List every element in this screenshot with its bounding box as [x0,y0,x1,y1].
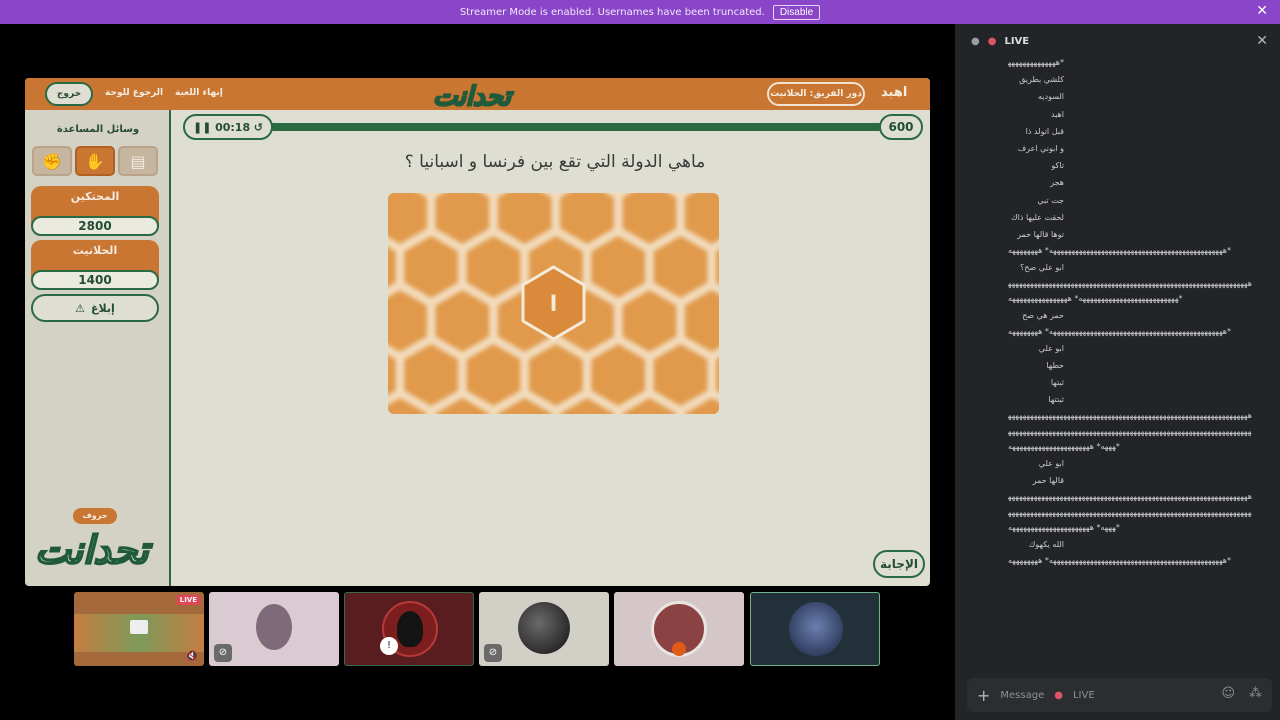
team-turn-badge: دور الفريق: الحلانيت [767,82,865,106]
chat-message: اهبد [1050,109,1064,119]
letters-badge: حروف [73,508,117,524]
player-name: اهبد [881,85,908,100]
chat-message: قبل اتولد ذا [1025,126,1064,136]
team-name: المحتكين [70,190,120,203]
question-text: ماهي الدولة التي تقع بين فرنسا و اسبانيا… [404,152,706,172]
game-topbar: خروج الرجوع للوحة إنهاء اللعبة تحدانت دو… [25,78,930,113]
answer-button[interactable]: الإجابة [873,550,925,578]
avatar [256,604,292,650]
book-aid-icon[interactable]: ▤ [118,146,158,176]
fist-aid-icon[interactable]: ✊ [32,146,72,176]
exit-button[interactable]: خروج [45,82,93,106]
timer-progress-bar [263,123,883,131]
input-placeholder: Message [1000,689,1045,701]
chat-message: لحقت عليها ذاك اليوم [1008,212,1064,222]
chat-message: الله يكهوك [1028,539,1064,549]
chat-message: هههههههههههههههههههههههههههههههههههههههه… [1008,556,1231,566]
chat-message: حمر هي صح [1022,310,1064,320]
chat-message: ابو علي [1038,343,1064,353]
chat-message: هههههههههههههههههههههههههههههههههههههههه… [1008,278,1252,304]
chat-message: هههههههههههههههههههههههههههههههههههههههه… [1008,411,1252,452]
stream-tile-3[interactable]: ! [344,592,474,666]
avatar [789,602,843,656]
chat-message: ابو علي [1038,458,1064,468]
chat-message: هجر [1050,178,1064,188]
stream-tile-2[interactable]: ⊘ [209,592,339,666]
timer-row: ❚❚ 00:18 ↺ 600 [183,114,923,140]
chat-message: *ههههههههههههههه [1008,58,1064,67]
stream-tile-6[interactable] [750,592,880,666]
center-letter: ا [550,292,558,317]
reset-timer-icon[interactable]: ↺ [254,121,263,134]
stream-tile-5[interactable] [614,592,744,666]
input-live-label: LIVE [1072,689,1095,701]
chat-message: السوديه [1037,92,1064,102]
chat-message: و ابوني اعرف [1017,144,1064,154]
add-icon[interactable]: + [977,686,990,705]
end-game-link[interactable]: إنهاء اللعبة [175,88,223,98]
close-chat-icon[interactable]: ✕ [1256,33,1268,49]
game-logo: تحدانت [432,81,513,113]
live-badge: LIVE [176,595,200,605]
apps-icon[interactable]: ⁂ [1249,686,1262,701]
team-card-2: الحلانيت 1400 [31,240,159,290]
live-dot-icon: ● [987,35,997,47]
chat-message: هههههههههههههههههههههههههههههههههههههههه… [1008,246,1231,256]
stream-tile-1[interactable]: LIVE 🔇 [74,592,204,666]
stream-stage: خروج الرجوع للوحة إنهاء اللعبة تحدانت دو… [0,24,955,720]
chat-message: ابو علي صح؟ [1020,262,1064,272]
streamer-mode-banner: Streamer Mode is enabled. Usernames have… [0,0,1280,24]
hex-grid: ا [388,193,719,414]
hand-aid-icon[interactable]: ✋ [75,146,115,176]
question-points: 600 [879,114,923,140]
muted-speaker-icon[interactable]: 🔇 [186,651,198,662]
stream-tile-4[interactable]: ⊘ [479,592,609,666]
team-card-1: المحتكين 2800 [31,186,159,236]
warning-icon: ⚠ [75,301,86,315]
status-icon [672,642,686,656]
muted-mic-icon: ⊘ [214,644,232,662]
avatar [518,602,570,654]
hex-board: ا [388,193,719,414]
report-label: إبلاغ [91,301,115,315]
team-score: 1400 [31,270,159,290]
emoji-icon[interactable]: ☺ [1221,686,1235,701]
aids-title: وسائل المساعدة [56,124,140,135]
banner-text: Streamer Mode is enabled. Usernames have… [459,6,765,18]
chat-title: LIVE [1004,35,1030,47]
chat-message: تاكو [1051,161,1064,171]
alert-icon: ! [380,637,398,655]
chat-message: هههههههههههههههههههههههههههههههههههههههه… [1008,327,1231,337]
team-name: الحلانيت [72,244,118,257]
avatar-silhouette [397,611,423,647]
chat-message: قالها حمر [1032,476,1064,486]
timer-pill: ❚❚ 00:18 ↺ [183,114,273,140]
timer-value: 00:18 [215,120,251,134]
chat-bubble-icon: ● [971,35,980,47]
pause-icon[interactable]: ❚❚ [193,121,211,134]
disable-button[interactable]: Disable [772,4,821,20]
game-sidebar: وسائل المساعدة ✊ ✋ ▤ المحتكين 2800 الحلا… [25,110,171,586]
chat-messages: *ههههههههههههههه كلشي بطريق السوديه اهبد قبل… [1008,54,1268,666]
chat-message: ثبتتها [1048,395,1064,405]
back-to-board-link[interactable]: الرجوع للوحة [105,88,163,98]
screen-share-icon [130,620,148,634]
chat-message: حطها [1046,360,1064,370]
sidebar-logo: تحدانت [34,527,150,573]
message-input[interactable]: + Message ● LIVE ☺ ⁂ [967,678,1272,712]
chat-message: ثبتها [1050,378,1064,388]
team-score: 2800 [31,216,159,236]
muted-mic-icon: ⊘ [484,644,502,662]
chat-message: جت تبي [1037,195,1064,205]
chat-message: هههههههههههههههههههههههههههههههههههههههه… [1008,492,1252,533]
report-button[interactable]: ⚠ إبلاغ [31,294,159,322]
game-window: خروج الرجوع للوحة إنهاء اللعبة تحدانت دو… [25,78,930,586]
chat-message: كلشي بطريق [1019,75,1064,85]
chat-header: ● ● LIVE ✕ [955,24,1280,58]
live-chat-panel: ● ● LIVE ✕ *ههههههههههههههه كلشي بطريق الس… [955,24,1280,720]
chat-message: توها قالها حمر [1017,230,1064,240]
live-dot-icon: ● [1054,689,1063,701]
close-icon[interactable]: ✕ [1256,3,1268,19]
